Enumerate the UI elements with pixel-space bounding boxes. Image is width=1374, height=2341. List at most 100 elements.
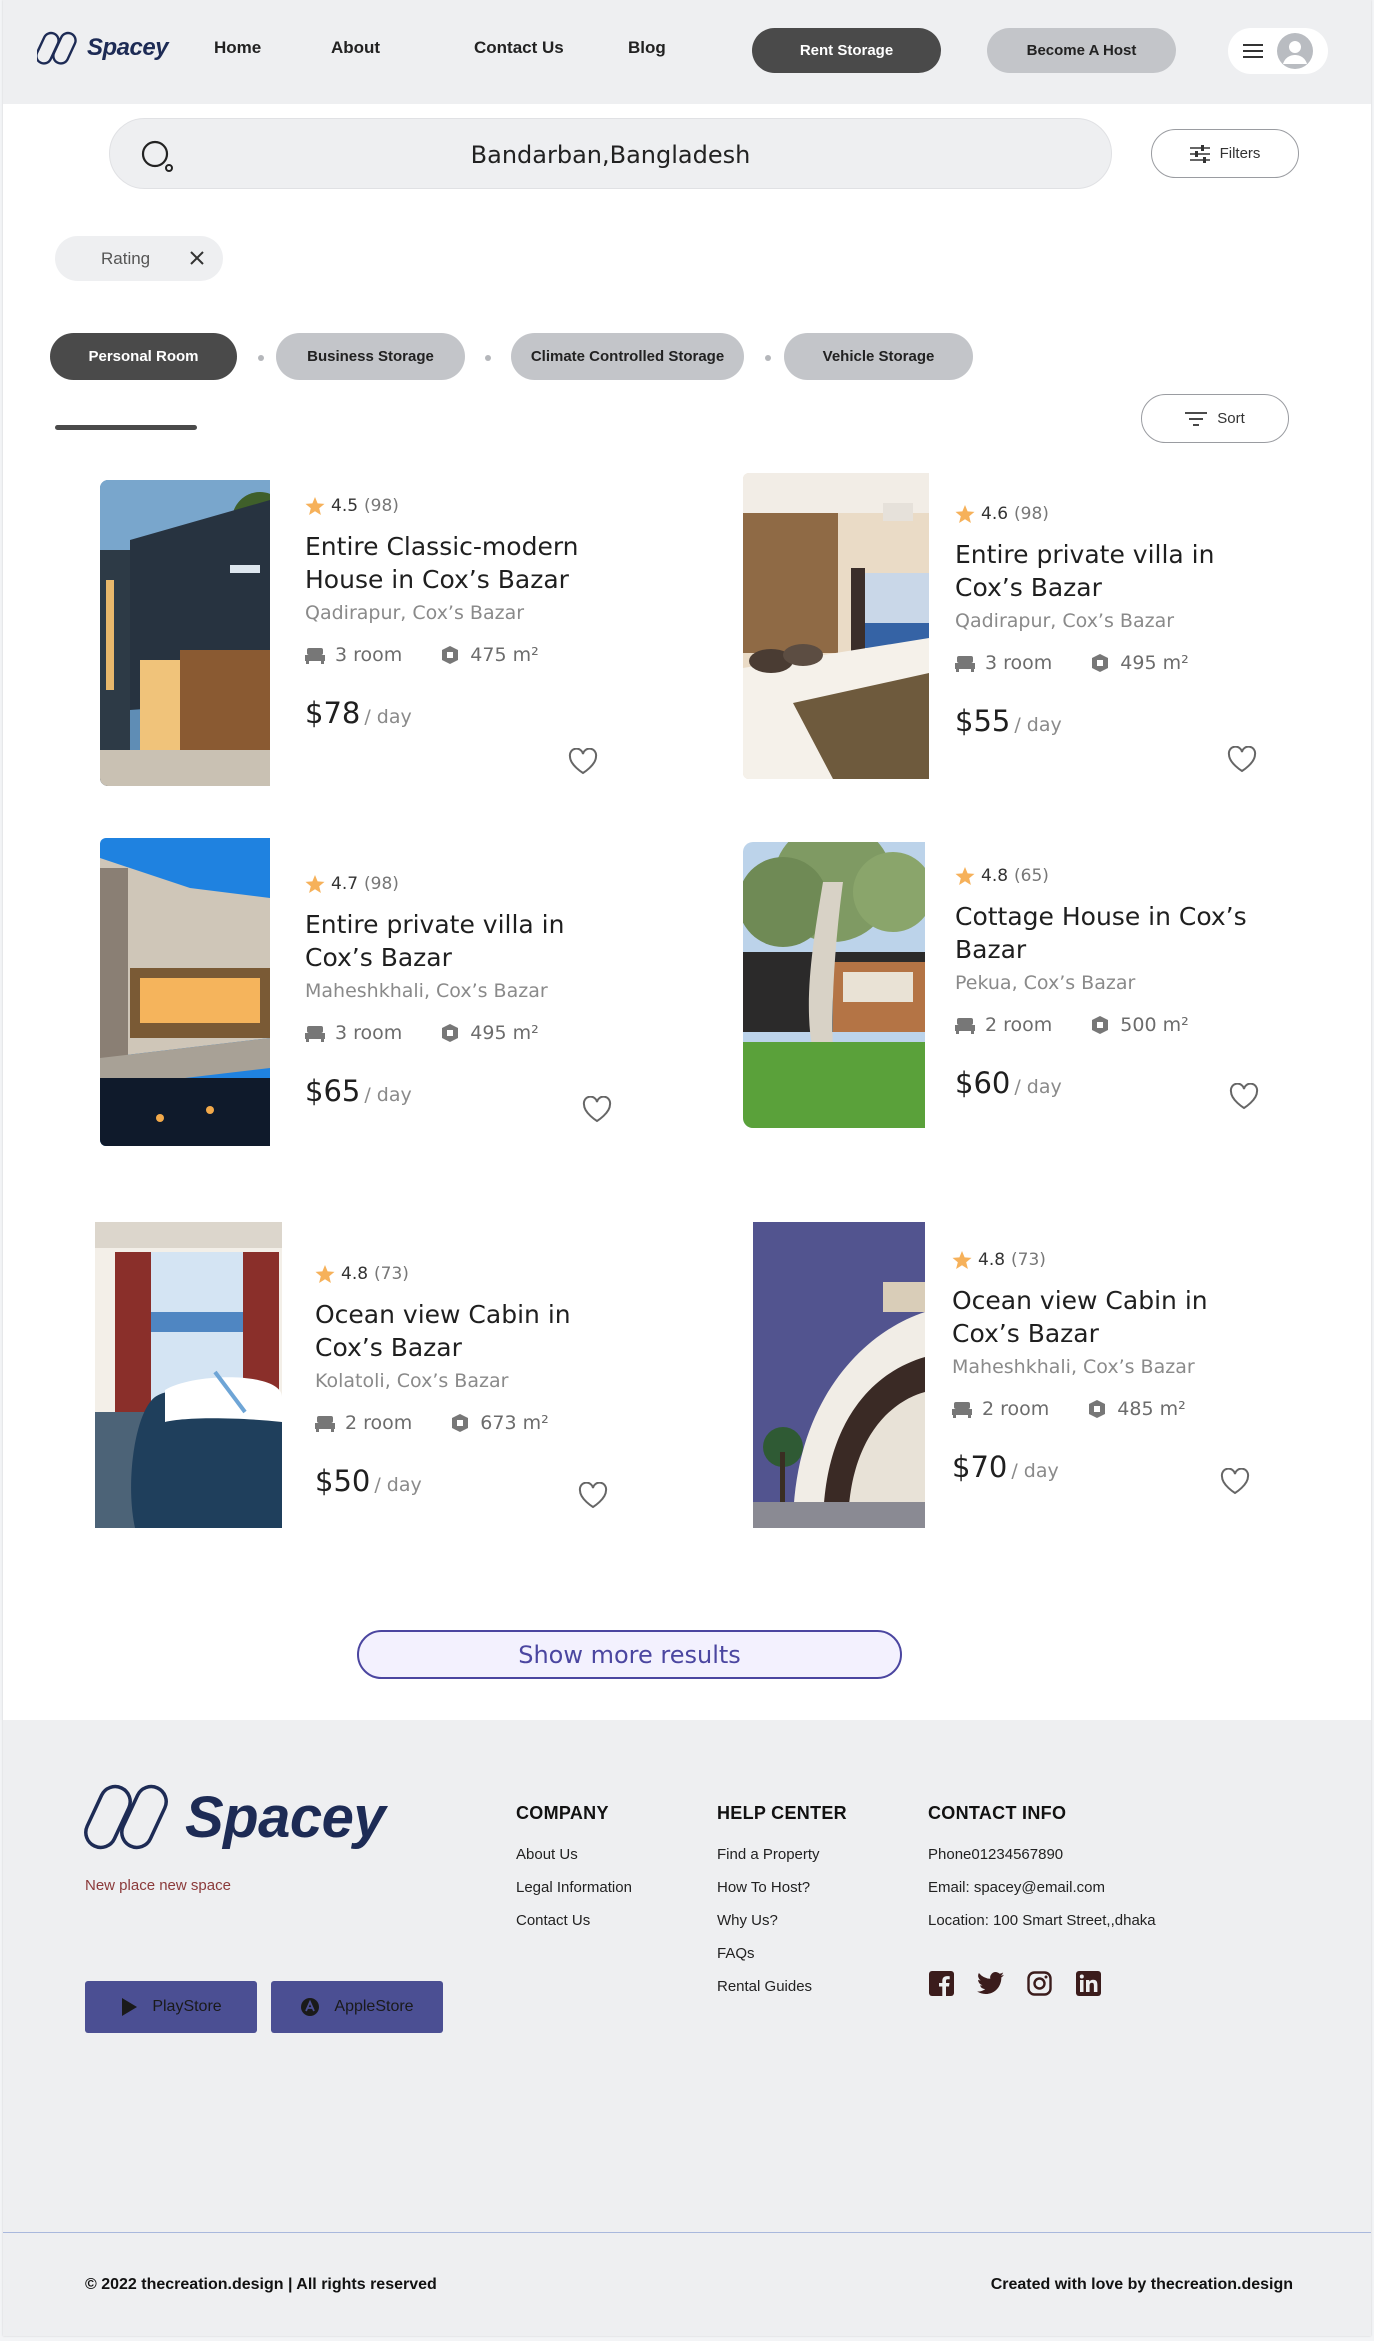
- bed-icon: [305, 1026, 325, 1042]
- rating-count: (98): [364, 874, 399, 894]
- price-unit: / day: [1011, 1460, 1059, 1482]
- bed-icon: [315, 1416, 335, 1432]
- footer-link-how-to-host[interactable]: How To Host?: [717, 1879, 847, 1912]
- price-unit: / day: [1014, 714, 1062, 736]
- applestore-label: AppleStore: [334, 1998, 414, 2015]
- listing-info: 4.6 (98) Entire private villa in Cox’s B…: [955, 504, 1255, 738]
- heart-icon[interactable]: [1229, 1083, 1259, 1110]
- listing-title[interactable]: Entire private villa in Cox’s Bazar: [305, 908, 615, 974]
- become-host-button[interactable]: Become A Host: [987, 28, 1176, 73]
- listing-location: Maheshkhali, Cox’s Bazar: [305, 980, 548, 1002]
- tab-personal-room[interactable]: Personal Room: [50, 333, 237, 380]
- price-value: $55: [955, 704, 1011, 738]
- nav-blog[interactable]: Blog: [628, 38, 666, 58]
- listing-rating: 4.8 (73): [315, 1264, 615, 1284]
- bed-icon: [305, 648, 325, 664]
- twitter-icon[interactable]: [977, 1970, 1004, 1997]
- listing-title[interactable]: Entire Classic-modern House in Cox’s Baz…: [305, 530, 605, 596]
- rating-value: 4.8: [978, 1250, 1006, 1270]
- area-icon: [1092, 654, 1109, 672]
- listing-location: Qadirapur, Cox’s Bazar: [955, 610, 1175, 632]
- price-value: $78: [305, 696, 361, 730]
- brand-logo[interactable]: Spacey: [37, 30, 169, 66]
- tab-separator-dot: [258, 355, 264, 361]
- search-bar[interactable]: Bandarban,Bangladesh: [109, 118, 1112, 189]
- heart-icon[interactable]: [582, 1096, 612, 1123]
- listing-rating: 4.8 (65): [955, 866, 1255, 886]
- hamburger-menu-icon: [1243, 44, 1263, 58]
- area-icon: [442, 646, 459, 664]
- footer-link-find-property[interactable]: Find a Property: [717, 1846, 847, 1879]
- tab-vehicle-storage[interactable]: Vehicle Storage: [784, 333, 973, 380]
- room-count: 2 room: [345, 1412, 413, 1434]
- logo-text: Spacey: [87, 34, 169, 61]
- listing-rating: 4.5 (98): [305, 496, 605, 516]
- footer-link-contact-us[interactable]: Contact Us: [516, 1912, 632, 1945]
- listing-title[interactable]: Ocean view Cabin in Cox’s Bazar: [315, 1298, 615, 1364]
- listing-price: $78 / day: [305, 696, 605, 730]
- playstore-button[interactable]: PlayStore: [85, 1981, 257, 2033]
- nav-home[interactable]: Home: [214, 38, 261, 58]
- footer-link-rental-guides[interactable]: Rental Guides: [717, 1978, 847, 2011]
- help-heading: HELP CENTER: [717, 1803, 847, 1823]
- price-unit: / day: [364, 706, 412, 728]
- listing-meta: 2 room 673 m²: [315, 1412, 615, 1434]
- price-value: $50: [315, 1464, 371, 1498]
- footer-logo[interactable]: Spacey: [83, 1782, 386, 1852]
- listing-price: $60 / day: [955, 1066, 1255, 1100]
- listing-photo[interactable]: [753, 1222, 925, 1528]
- avatar: [1277, 33, 1313, 69]
- heart-icon[interactable]: [1227, 746, 1257, 773]
- listing-title[interactable]: Entire private villa in Cox’s Bazar: [955, 538, 1255, 604]
- footer-divider: [3, 2232, 1371, 2233]
- linkedin-icon[interactable]: [1075, 1970, 1102, 1997]
- show-more-button[interactable]: Show more results: [357, 1630, 902, 1679]
- listing-title[interactable]: Ocean view Cabin in Cox’s Bazar: [952, 1284, 1252, 1350]
- tab-business-storage[interactable]: Business Storage: [276, 333, 465, 380]
- playstore-label: PlayStore: [152, 1998, 222, 2015]
- contact-phone: Phone01234567890: [928, 1846, 1064, 1863]
- price-value: $60: [955, 1066, 1011, 1100]
- tab-climate-controlled-storage[interactable]: Climate Controlled Storage: [511, 333, 744, 380]
- listing-meta: 2 room 500 m²: [955, 1014, 1255, 1036]
- heart-icon[interactable]: [1220, 1468, 1250, 1495]
- close-icon[interactable]: [187, 248, 207, 268]
- listing-photo[interactable]: [743, 842, 925, 1128]
- listing-photo[interactable]: [95, 1222, 282, 1528]
- heart-icon[interactable]: [578, 1482, 608, 1509]
- filters-button[interactable]: Filters: [1151, 129, 1299, 178]
- listing-price: $65 / day: [305, 1074, 615, 1108]
- contact-email[interactable]: Email: spacey@email.com: [928, 1879, 1156, 1912]
- filter-chip-label: Rating: [101, 248, 151, 268]
- area-size: 673 m²: [480, 1412, 549, 1434]
- nav-about[interactable]: About: [331, 38, 380, 58]
- credit: Created with love by thecreation.design: [991, 2276, 1293, 2294]
- sort-button[interactable]: Sort: [1141, 394, 1289, 443]
- facebook-icon[interactable]: [928, 1970, 955, 1997]
- footer-link-about-us[interactable]: About Us: [516, 1846, 632, 1879]
- nav-contact-us[interactable]: Contact Us: [474, 38, 564, 58]
- rent-storage-button[interactable]: Rent Storage: [752, 28, 941, 73]
- instagram-icon[interactable]: [1026, 1970, 1053, 1997]
- footer-link-faqs[interactable]: FAQs: [717, 1945, 847, 1978]
- credit-link[interactable]: thecreation.design: [1151, 2276, 1293, 2293]
- footer-link-legal-information[interactable]: Legal Information: [516, 1879, 632, 1912]
- applestore-button[interactable]: AppleStore: [271, 1981, 443, 2033]
- sort-label: Sort: [1217, 410, 1245, 427]
- listing-photo[interactable]: [100, 838, 270, 1146]
- star-icon: [952, 1250, 972, 1269]
- footer-link-why-us[interactable]: Why Us?: [717, 1912, 847, 1945]
- price-unit: / day: [1014, 1076, 1062, 1098]
- bed-icon: [952, 1402, 972, 1418]
- search-input[interactable]: Bandarban,Bangladesh: [110, 141, 1111, 169]
- price-unit: / day: [374, 1474, 422, 1496]
- room-count: 2 room: [982, 1398, 1050, 1420]
- footer-company-column: COMPANY About Us Legal Information Conta…: [516, 1803, 632, 1945]
- area-size: 495 m²: [470, 1022, 539, 1044]
- heart-icon[interactable]: [568, 748, 598, 775]
- listing-title[interactable]: Cottage House in Cox’s Bazar: [955, 900, 1255, 966]
- listing-meta: 3 room 495 m²: [305, 1022, 615, 1044]
- user-menu-button[interactable]: [1228, 28, 1328, 74]
- listing-photo[interactable]: [100, 480, 270, 786]
- listing-photo[interactable]: [743, 473, 929, 779]
